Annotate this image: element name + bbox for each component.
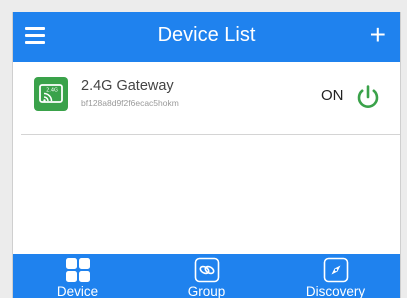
device-id: bf128a8d9f2f6ecac5hokm xyxy=(81,98,179,108)
tab-discovery-label: Discovery xyxy=(305,284,366,298)
app-frame: Device List + 2.4G 2.4G Gateway bf128a8d… xyxy=(12,12,401,298)
tab-discovery[interactable]: Discovery xyxy=(271,254,400,298)
bottom-tab-bar: Device Group Discovery xyxy=(13,254,400,298)
tab-group-label: Group xyxy=(187,284,226,298)
tab-group[interactable]: Group xyxy=(142,254,271,298)
grid-icon xyxy=(65,257,91,283)
power-icon[interactable] xyxy=(354,83,382,111)
gateway-icon: 2.4G xyxy=(34,77,68,111)
device-status: ON xyxy=(321,87,344,104)
device-name: 2.4G Gateway xyxy=(81,78,174,94)
compass-icon xyxy=(323,257,349,283)
tab-device-label: Device xyxy=(56,284,99,298)
page-title: Device List xyxy=(157,24,256,46)
add-device-button[interactable]: + xyxy=(370,21,386,49)
app-header: Device List + xyxy=(13,12,400,62)
link-icon xyxy=(194,257,220,283)
gateway-icon-text: 2.4G xyxy=(46,88,58,94)
tab-device[interactable]: Device xyxy=(13,254,142,298)
device-row[interactable]: 2.4G 2.4G Gateway bf128a8d9f2f6ecac5hokm… xyxy=(21,70,400,135)
